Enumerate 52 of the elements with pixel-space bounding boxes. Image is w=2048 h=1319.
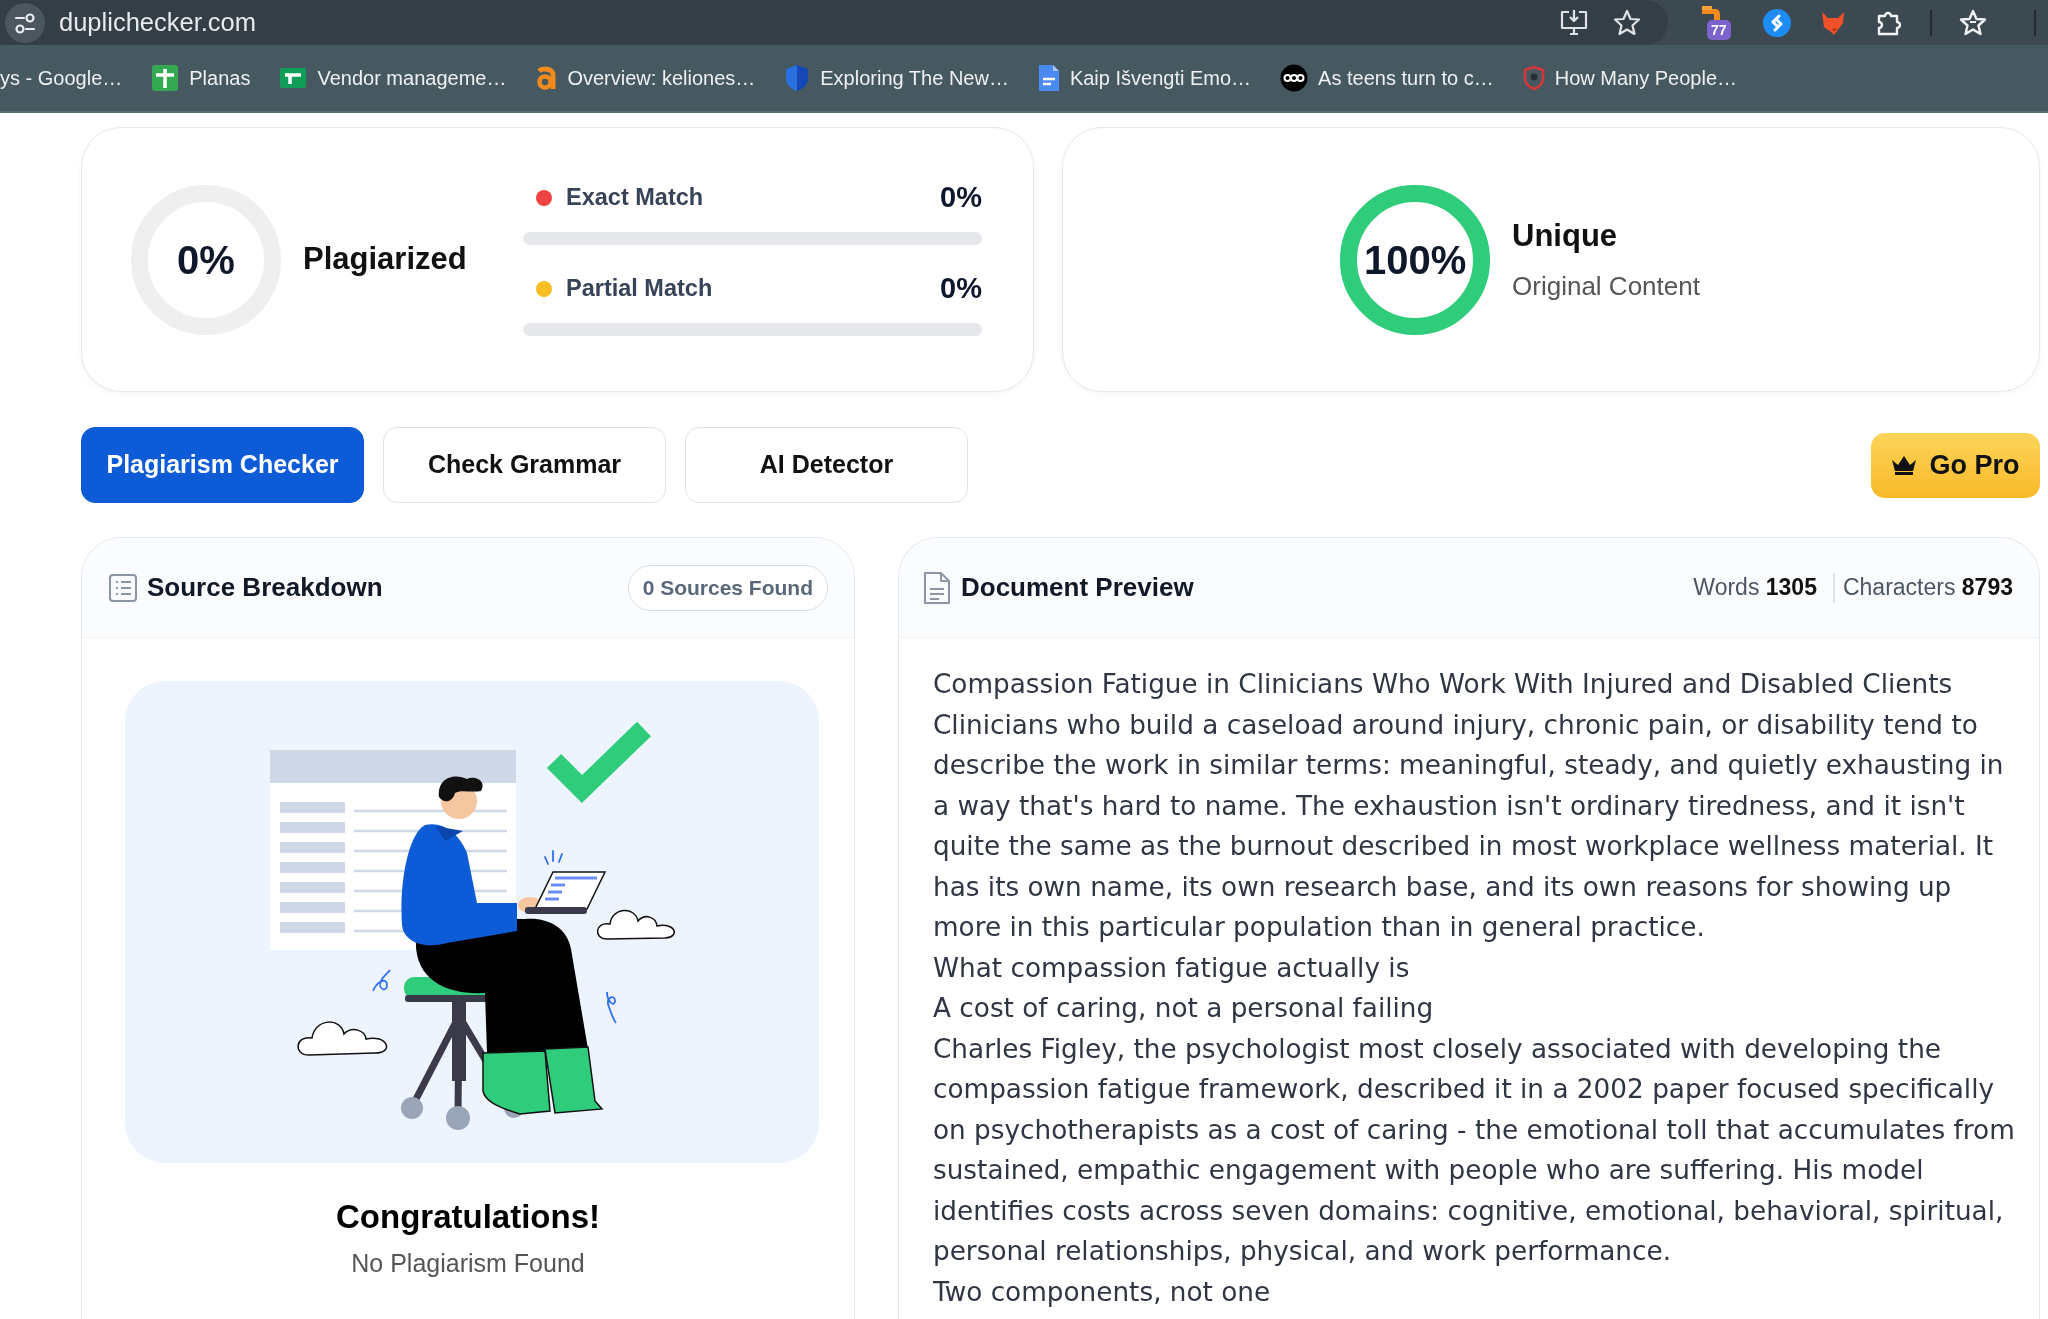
tool-tab[interactable]: AI Detector	[685, 427, 968, 503]
bookmark-link[interactable]: As teens turn to c…	[1280, 63, 1494, 93]
bookmark-link[interactable]: How Many People…	[1522, 63, 1738, 93]
percent-value: 0%	[940, 271, 982, 307]
document-paragraph: Two components, not one	[933, 1275, 1272, 1309]
star-icon[interactable]	[1613, 9, 1641, 36]
match-label: Exact Match	[566, 183, 704, 213]
document-paragraph: Compassion Fatigue in Clinicians Who Work With Injured and Disabled Clients	[933, 668, 1954, 701]
summary-sublabel: Original Content	[1512, 270, 1700, 304]
document-icon	[1037, 64, 1060, 92]
match-label: Partial Match	[566, 274, 713, 304]
summary-label: Plagiarized	[303, 240, 467, 279]
percent-value: 100%	[1363, 236, 1467, 284]
percent-value: 0%	[177, 236, 235, 284]
bookmark-link[interactable]: Planas	[151, 63, 251, 93]
monitor-download-icon[interactable]	[1559, 8, 1589, 37]
stat-text: Characters 8793	[1842, 573, 2013, 603]
list-icon	[108, 572, 138, 603]
logo-icon[interactable]	[1700, 5, 1722, 20]
document-icon	[923, 570, 951, 605]
tune-icon[interactable]	[5, 2, 45, 43]
panel-title: Source Breakdown	[147, 571, 383, 604]
document-paragraph: Charles Figley, the psychologist most closely associated with developing the compassion fatigue framework, described it in a 2002 paper focused specifically on psychotherapists as a cost of caring - the emotional toll that accumulates from sustained, empathic engagement with people who are suffering. His model identifies costs across seven domains: cognitive, emotional, behavioral, spiritual, personal relationships, physical, and work performance.	[933, 1032, 2015, 1268]
congratulations-heading: Congratulations!	[335, 1197, 601, 1237]
tool-tab[interactable]: Check Grammar	[383, 427, 666, 503]
document-paragraph: Clinicians who build a caseload around injury, chronic pain, or disability tend to describe the work in similar terms: meaningful, steady, and quietly exhausting in a way that's hard to name. The exhaustion isn't ordinary tiredness, and it isn't quite the same as the burnout described in most workplace wellness material. It has its own name, its own research base, and its own reasons for showing up more in this particular population than in general practice.	[933, 708, 2005, 944]
crown-icon	[1891, 455, 1918, 475]
sheet-icon	[151, 64, 180, 92]
result-message: No Plagiarism Found	[350, 1247, 586, 1279]
summary-label: Unique	[1512, 216, 1619, 255]
star-icon[interactable]	[1958, 8, 1988, 37]
bookmark-link[interactable]: ys - Google…	[0, 63, 123, 93]
percent-value: 0%	[940, 180, 982, 216]
go-pro-button[interactable]: Go Pro	[1871, 432, 2040, 498]
sources-count-badge: 0 Sources Found	[627, 564, 828, 611]
sheet-icon	[279, 67, 308, 89]
document-paragraph: A cost of caring, not a personal failing	[933, 992, 1435, 1025]
logo-icon	[1280, 64, 1309, 92]
bookmark-link[interactable]: Kaip Išvengti Emo…	[1037, 63, 1252, 93]
shield-icon	[1522, 65, 1545, 91]
logo-icon	[535, 65, 558, 91]
bookmark-link[interactable]: Exploring The New…	[784, 63, 1009, 93]
count-badge: 77	[1707, 19, 1731, 40]
panel-title: Document Preview	[961, 571, 1194, 604]
document-paragraph: What compassion fatigue actually is	[933, 951, 1411, 985]
tool-tab[interactable]: Plagiarism Checker	[81, 427, 364, 503]
logo-icon[interactable]	[1762, 7, 1792, 38]
address-text[interactable]: duplichecker.com	[59, 3, 256, 42]
bookmark-link[interactable]: Overview: keliones…	[535, 63, 756, 93]
bookmark-link[interactable]: Vendor manageme…	[279, 63, 507, 93]
stat-text: Words 1305	[1693, 573, 1817, 603]
shield-icon	[784, 64, 811, 92]
